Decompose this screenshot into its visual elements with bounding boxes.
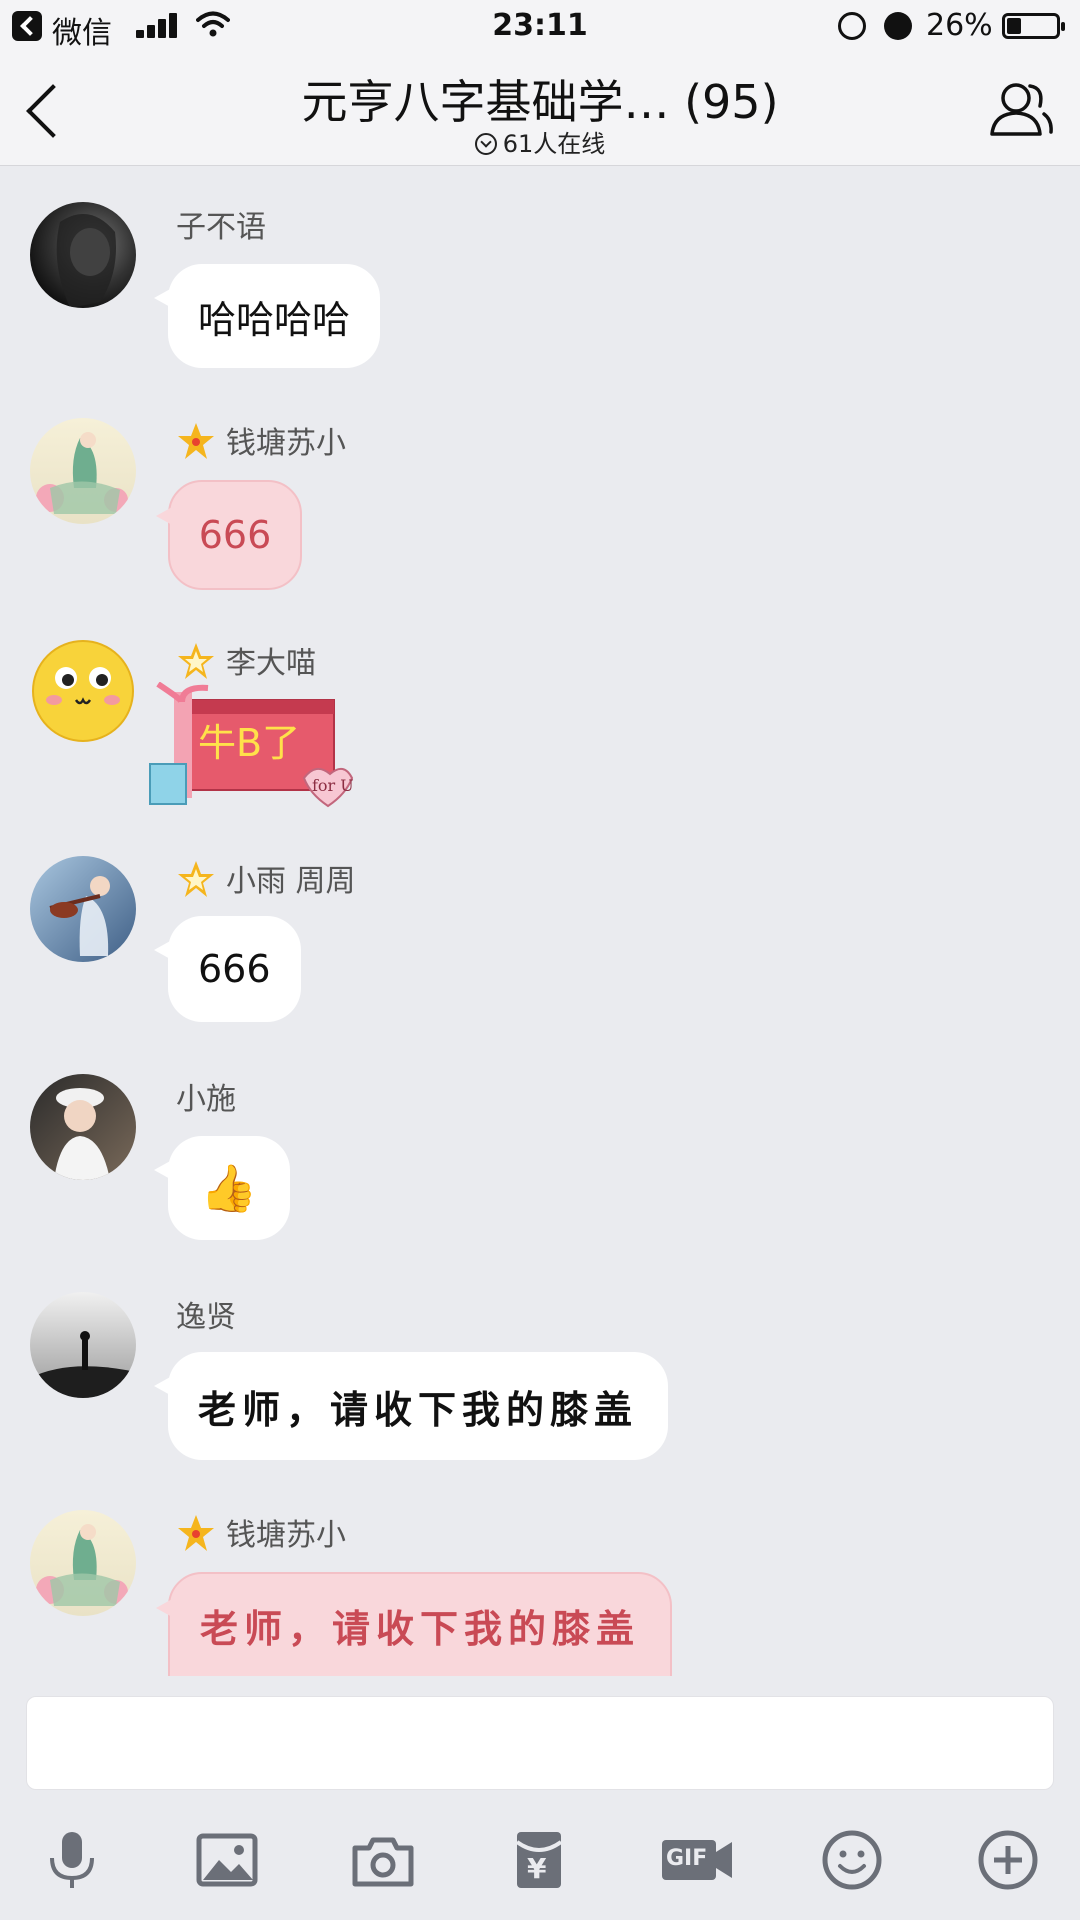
message-text: 老师，请收下我的膝盖 (198, 1386, 639, 1432)
status-bar: 微信 23:11 26% (0, 0, 1080, 52)
sender-name: 李大喵 (226, 646, 316, 681)
message-bubble[interactable]: 老师，请收下我的膝盖 (155, 1572, 673, 1678)
message-text: 666 (198, 947, 271, 991)
composer-toolbar: ¥ GIF (0, 1814, 1080, 1914)
sender-name: 逸贤 (176, 1300, 236, 1335)
message-text: 666 (198, 513, 272, 557)
message-bubble[interactable]: 666 (156, 480, 302, 590)
avatar[interactable] (30, 1292, 136, 1398)
battery-icon (1002, 13, 1065, 39)
gif-icon[interactable]: GIF (660, 1828, 734, 1892)
sender-name-row: 小雨 周周 (176, 856, 356, 900)
avatar[interactable] (30, 418, 136, 524)
avatar-violinist-image (49, 876, 110, 956)
avatar[interactable] (30, 856, 136, 962)
avatar[interactable] (30, 638, 136, 744)
sender-name: 钱塘苏小 (226, 426, 346, 461)
image-icon[interactable] (195, 1828, 259, 1892)
mic-icon[interactable] (40, 1828, 104, 1892)
online-chevron-icon (474, 133, 497, 155)
message-bubble[interactable]: 哈哈哈哈 (153, 264, 381, 368)
message-bubble[interactable]: 666 (154, 916, 301, 1022)
plus-icon[interactable] (976, 1828, 1040, 1892)
message-text: 哈哈哈哈 (198, 297, 351, 342)
sender-name-row: 钱塘苏小 (176, 418, 346, 462)
avatar-emoji-face-image (32, 640, 134, 742)
group-members-button[interactable] (988, 76, 1054, 142)
gift-sticker[interactable]: 牛B了 for U (146, 681, 366, 812)
sender-name: 钱塘苏小 (226, 1518, 346, 1553)
red-packet-icon[interactable]: ¥ (507, 1828, 571, 1892)
avatar[interactable] (30, 202, 136, 308)
sender-name: 小施 (176, 1082, 236, 1117)
avatar-landscape-image (30, 1331, 136, 1398)
sender-name: 子不语 (176, 210, 266, 245)
status-time: 23:11 (492, 8, 588, 43)
star-outline-badge-icon (178, 861, 214, 897)
sender-name-row: 钱塘苏小 (176, 1510, 346, 1554)
avatar[interactable] (30, 1510, 136, 1616)
gif-label: GIF (666, 1846, 708, 1871)
chat-header: 元亨八字基础学… (95) 61人在线 (0, 52, 1080, 166)
star-badge-icon (178, 1515, 214, 1551)
message-input[interactable] (26, 1696, 1054, 1790)
avatar-illustration-image (36, 432, 128, 514)
emoji-icon[interactable] (820, 1828, 884, 1892)
rotation-lock-icon (838, 12, 866, 40)
composer: ¥ GIF (0, 1676, 1080, 1920)
sender-name: 小雨 周周 (226, 864, 356, 899)
online-text: 61人在线 (502, 130, 606, 158)
star-outline-badge-icon (178, 643, 214, 679)
message-bubble[interactable]: 老师，请收下我的膝盖 (153, 1352, 669, 1460)
sticker-note: for U (312, 776, 354, 795)
group-title[interactable]: 元亨八字基础学… (95) (0, 66, 1080, 132)
avatar-girl-photo-image (54, 1088, 110, 1180)
star-badge-icon (178, 423, 214, 459)
online-count[interactable]: 61人在线 (0, 124, 1080, 159)
red-packet-symbol: ¥ (527, 1852, 547, 1885)
sticker-text: 牛B了 (198, 721, 301, 765)
sender-name-row: 李大喵 (176, 638, 316, 682)
avatar[interactable] (30, 1074, 136, 1180)
thumbs-up-emoji: 👍 (200, 1160, 258, 1215)
alarm-icon (884, 12, 912, 40)
message-text: 老师，请收下我的膝盖 (200, 1605, 641, 1651)
avatar-illustration-image (36, 1524, 128, 1606)
battery-level (1007, 18, 1021, 34)
message-bubble[interactable]: 👍 (154, 1136, 290, 1240)
battery-percent: 26% (926, 8, 993, 43)
camera-icon[interactable] (351, 1828, 415, 1892)
avatar-portrait-image (56, 214, 116, 308)
